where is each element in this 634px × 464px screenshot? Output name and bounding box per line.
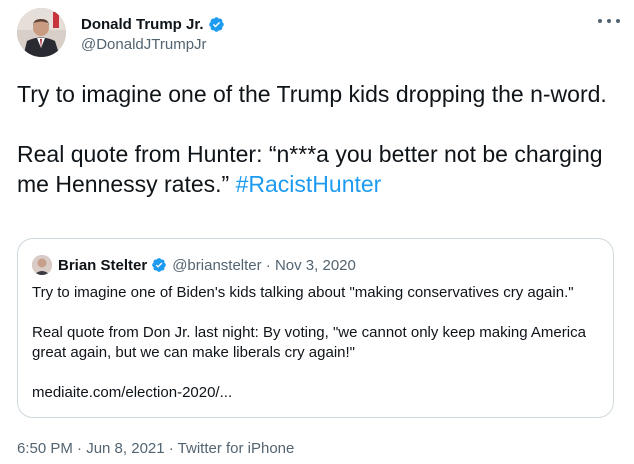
quoted-tweet[interactable]: Brian Stelter @brianstelter · Nov 3, 202… (17, 238, 614, 418)
quoted-tweet-header: Brian Stelter @brianstelter · Nov 3, 202… (32, 255, 356, 275)
hashtag-link[interactable]: #RacistHunter (236, 171, 382, 197)
author-avatar[interactable] (17, 8, 66, 57)
quoted-text-line1: Try to imagine one of Biden's kids talki… (32, 284, 574, 301)
quoted-avatar-photo (32, 255, 52, 275)
quoted-author-name[interactable]: Brian Stelter (58, 257, 147, 274)
more-options-icon[interactable] (598, 14, 620, 28)
tweet-text: Try to imagine one of the Trump kids dro… (17, 79, 612, 199)
quoted-author-avatar (32, 255, 52, 275)
quoted-link[interactable]: mediaite.com/election-2020/... (32, 383, 607, 403)
quoted-handle-date[interactable]: @brianstelter · Nov 3, 2020 (172, 257, 356, 274)
verified-badge-icon (208, 16, 224, 32)
quoted-text-line2: Real quote from Don Jr. last night: By v… (32, 324, 586, 361)
author-info: Donald Trump Jr. @DonaldJTrumpJr (81, 14, 225, 53)
avatar-photo (17, 8, 66, 57)
author-name[interactable]: Donald Trump Jr. (81, 16, 204, 33)
tweet-text-line1: Try to imagine one of the Trump kids dro… (17, 81, 607, 107)
quoted-verified-badge-icon (152, 258, 167, 272)
tweet-text-line2: Real quote from Hunter: “n***a you bette… (17, 139, 612, 199)
quoted-tweet-text: Try to imagine one of Biden's kids talki… (32, 283, 607, 403)
author-handle[interactable]: @DonaldJTrumpJr (81, 36, 225, 53)
tweet-timestamp[interactable]: 6:50 PM · Jun 8, 2021 · Twitter for iPho… (17, 440, 294, 457)
tweet[interactable]: Donald Trump Jr. @DonaldJTrumpJr Try to … (0, 0, 634, 464)
